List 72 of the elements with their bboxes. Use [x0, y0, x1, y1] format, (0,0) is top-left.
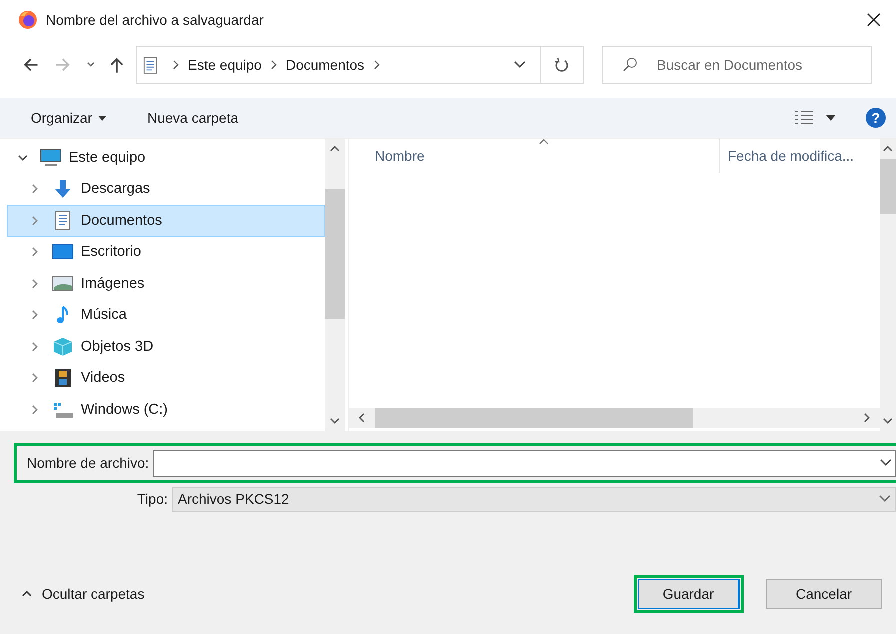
column-header[interactable]: Nombre	[375, 148, 719, 164]
collapse-chevron-icon[interactable]	[30, 216, 40, 226]
address-bar[interactable]: Este equipo Documentos	[136, 46, 584, 84]
forward-arrow-icon	[54, 56, 72, 74]
column-header[interactable]: Fecha de modifica...	[719, 139, 854, 173]
collapse-chevron-icon[interactable]	[30, 247, 40, 258]
scrollbar-thumb[interactable]	[375, 408, 693, 428]
scroll-down-icon[interactable]	[883, 418, 893, 424]
tree-item[interactable]: Documentos	[7, 205, 325, 236]
breadcrumb-item[interactable]: Documentos	[286, 57, 365, 73]
window-title: Nombre del archivo a salvaguardar	[46, 12, 264, 28]
scroll-up-icon[interactable]	[330, 146, 340, 152]
file-type-dropdown[interactable]: Archivos PKCS12	[172, 486, 896, 512]
monitor-icon	[40, 148, 62, 168]
up-chevron-icon	[22, 591, 32, 597]
dropdown-chevron-icon	[879, 495, 891, 503]
scrollbar-thumb[interactable]	[325, 189, 345, 319]
horizontal-scrollbar[interactable]	[349, 408, 880, 428]
film-icon	[52, 368, 74, 388]
tree-item[interactable]: Música	[7, 300, 325, 331]
collapse-chevron-icon[interactable]	[30, 278, 40, 289]
browser-logo-icon	[18, 10, 38, 30]
breadcrumb-chevron-icon[interactable]	[372, 60, 381, 70]
field-label: Tipo:	[136, 491, 168, 507]
scroll-left-icon[interactable]	[359, 413, 365, 423]
scroll-right-icon[interactable]	[864, 413, 870, 423]
refresh-icon[interactable]	[554, 57, 570, 73]
expand-chevron-icon[interactable]	[18, 152, 28, 163]
filename-field[interactable]	[153, 450, 896, 476]
tree-item[interactable]: Imágenes	[7, 268, 325, 300]
desktop-icon	[52, 242, 74, 262]
collapse-chevron-icon[interactable]	[30, 310, 40, 320]
collapse-chevron-icon[interactable]	[30, 184, 40, 194]
new-folder-button[interactable]: Nueva carpeta	[134, 106, 252, 130]
caret-icon[interactable]	[826, 115, 836, 121]
help-button[interactable]: ?	[866, 108, 886, 128]
search-field[interactable]: Buscar en Documentos	[602, 46, 872, 84]
sort-ascending-icon	[539, 139, 549, 145]
vertical-scrollbar[interactable]	[325, 139, 345, 431]
caret-icon	[98, 116, 108, 120]
hide-folders-button[interactable]: Ocultar carpetas	[22, 586, 145, 602]
breadcrumb-item[interactable]: Este equipo	[188, 57, 262, 73]
search-icon	[622, 57, 638, 73]
tree-item[interactable]: Descargas	[7, 174, 325, 205]
collapse-chevron-icon[interactable]	[30, 404, 40, 415]
breadcrumb-chevron-icon[interactable]	[270, 60, 278, 70]
organize-menu-button[interactable]: Organizar	[18, 106, 120, 130]
close-icon[interactable]	[866, 12, 882, 28]
tree-item[interactable]: Este equipo	[7, 142, 325, 174]
vertical-scrollbar[interactable]	[880, 139, 896, 431]
down-arrow-icon	[52, 179, 74, 200]
picture-icon	[52, 274, 74, 294]
dropdown-chevron-icon[interactable]	[880, 458, 892, 466]
tree-item[interactable]: Windows (C:)	[7, 394, 325, 426]
scrollbar-thumb[interactable]	[880, 159, 896, 214]
document-icon	[143, 56, 158, 74]
cube-icon	[52, 336, 74, 357]
tree-item[interactable]: Escritorio	[7, 236, 325, 268]
cancel-button[interactable]: Cancelar	[766, 579, 882, 609]
field-label: Nombre de archivo:	[27, 455, 150, 471]
tree-item[interactable]: Objetos 3D	[7, 331, 325, 362]
dropdown-chevron-icon[interactable]	[514, 61, 526, 69]
collapse-chevron-icon[interactable]	[30, 342, 40, 352]
breadcrumb-chevron-icon[interactable]	[172, 60, 180, 70]
view-options-icon[interactable]	[794, 110, 814, 126]
back-arrow-icon[interactable]	[22, 56, 40, 74]
tree-item[interactable]: Videos	[7, 362, 325, 394]
scroll-down-icon[interactable]	[330, 418, 340, 424]
up-arrow-icon[interactable]	[108, 56, 126, 74]
collapse-chevron-icon[interactable]	[30, 373, 40, 384]
scroll-up-icon[interactable]	[883, 146, 893, 152]
save-button[interactable]: Guardar	[638, 579, 740, 609]
